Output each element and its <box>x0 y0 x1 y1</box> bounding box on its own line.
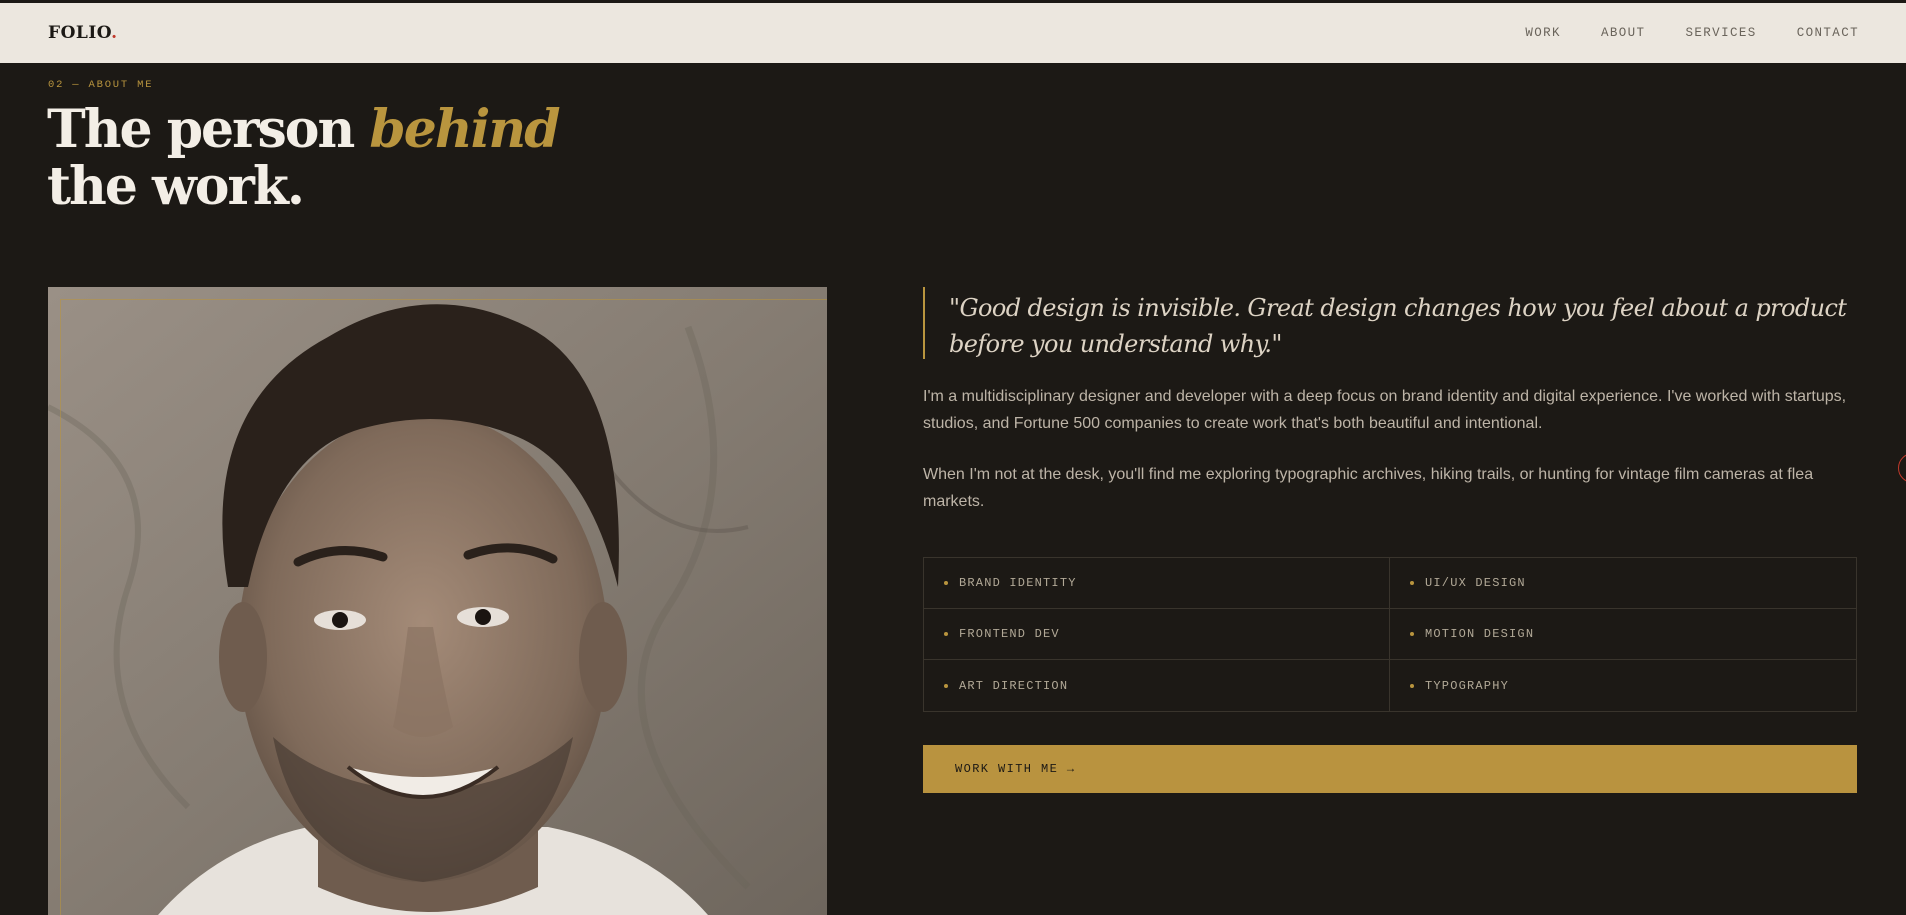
skill-item: UI/UX DESIGN <box>1390 558 1856 609</box>
skill-label: MOTION DESIGN <box>1425 627 1535 641</box>
nav-link-about[interactable]: ABOUT <box>1601 26 1646 40</box>
nav-link-work[interactable]: WORK <box>1525 26 1561 40</box>
nav-links: WORK ABOUT SERVICES CONTACT <box>1525 26 1859 40</box>
skill-label: FRONTEND DEV <box>959 627 1060 641</box>
section-eyebrow: 02 — ABOUT ME <box>48 79 154 91</box>
logo-dot: . <box>111 23 118 43</box>
bullet-dot-icon <box>1410 581 1414 585</box>
about-paragraph-1: I'm a multidisciplinary designer and dev… <box>923 388 1847 432</box>
skill-label: ART DIRECTION <box>959 678 1069 693</box>
skill-item: FRONTEND DEV <box>924 609 1390 660</box>
headline-part-2: the work. <box>47 156 305 217</box>
bullet-dot-icon <box>944 632 948 636</box>
section-headline: The person behind the work. <box>47 99 561 217</box>
portrait-photo <box>48 287 827 915</box>
skill-label: BRAND IDENTITY <box>959 576 1077 590</box>
about-quote: "Good design is invisible. Great design … <box>923 287 1863 359</box>
about-paragraph-2: When I'm not at the desk, you'll find me… <box>923 466 1814 510</box>
portrait-frame <box>60 299 827 915</box>
nav-link-services[interactable]: SERVICES <box>1685 26 1756 40</box>
skill-item: MOTION DESIGN <box>1390 609 1856 660</box>
bullet-dot-icon <box>1410 683 1414 688</box>
top-navbar: FOLIO. WORK ABOUT SERVICES CONTACT <box>0 3 1906 63</box>
skill-item: ART DIRECTION <box>924 660 1390 711</box>
skill-item: TYPOGRAPHY <box>1390 660 1856 711</box>
skill-label: UI/UX DESIGN <box>1425 576 1526 590</box>
skill-label: TYPOGRAPHY <box>1425 678 1510 693</box>
site-logo[interactable]: FOLIO. <box>48 23 118 43</box>
headline-part-1: The person <box>47 99 370 160</box>
headline-accent: behind <box>369 99 560 160</box>
bullet-dot-icon <box>1410 632 1414 636</box>
bullet-dot-icon <box>944 581 948 585</box>
work-with-me-button[interactable]: WORK WITH ME → <box>923 745 1857 793</box>
bullet-dot-icon <box>944 683 948 688</box>
skill-item: BRAND IDENTITY <box>924 558 1390 609</box>
skills-grid: BRAND IDENTITY UI/UX DESIGN FRONTEND DEV… <box>923 557 1857 712</box>
nav-link-contact[interactable]: CONTACT <box>1797 26 1859 40</box>
cursor-follower <box>1898 453 1906 483</box>
